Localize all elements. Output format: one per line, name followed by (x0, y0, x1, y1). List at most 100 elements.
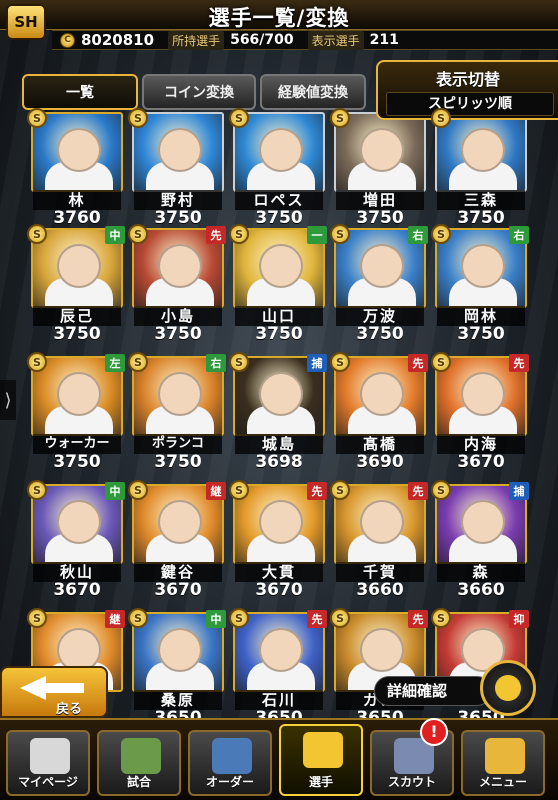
spirits-value: 3660 (457, 580, 505, 600)
detail-confirm-button[interactable]: 詳細確認 (374, 676, 492, 706)
bottom-nav: マイページ 試合 オーダー 選手 スカウト メニュー (0, 718, 558, 800)
spirits-icon: S (128, 480, 148, 500)
head-shape (158, 244, 202, 288)
nav-label: マイページ (18, 775, 78, 789)
head-shape (360, 372, 404, 416)
display-toggle-button[interactable]: 表示切替 スピリッツ順 (376, 60, 558, 120)
player-name: 石川 (235, 690, 323, 710)
player-card[interactable]: S 林 3760 (27, 108, 123, 228)
player-card[interactable]: S 捕城島 3698 (229, 352, 327, 472)
nav-order[interactable]: オーダー (188, 730, 272, 796)
player-card[interactable]: S 三森 3750 (431, 108, 527, 228)
player-card[interactable]: S 中辰己 3750 (27, 224, 125, 344)
player-name: ロペス (235, 190, 323, 210)
back-button[interactable]: 戻る (0, 666, 108, 718)
position-badge: 先 (408, 482, 428, 500)
player-card[interactable]: S 捕森 3660 (431, 480, 529, 600)
player-card[interactable]: S 増田 3750 (330, 108, 426, 228)
back-label: 戻る (56, 702, 83, 717)
player-card[interactable]: S 先内海 3670 (431, 352, 529, 472)
spirits-icon: S (128, 608, 148, 628)
tab-list[interactable]: 一覧 (22, 74, 138, 110)
spirits-value: 3750 (53, 452, 101, 472)
spirits-value: 3750 (53, 324, 101, 344)
player-card[interactable]: S 先千賀 3660 (330, 480, 428, 600)
head-shape (360, 500, 404, 544)
spirits-icon: S (330, 352, 350, 372)
head-shape (57, 244, 101, 288)
player-name: 野村 (134, 190, 222, 210)
player-card[interactable]: S 先大貫 3670 (229, 480, 327, 600)
player-card[interactable]: S 左ウォーカー 3750 (27, 352, 125, 472)
player-card[interactable]: S 先髙橋 3690 (330, 352, 428, 472)
player-card[interactable]: S ロペス 3750 (229, 108, 325, 228)
sort-order-select[interactable]: スピリッツ順 (386, 92, 554, 116)
stats-bar: C 8020810 所持選手 566/700 表示選手 211 (52, 30, 558, 50)
position-badge: 右 (509, 226, 529, 244)
nav-menu[interactable]: メニュー (461, 730, 545, 796)
spirits-value: 3750 (154, 208, 202, 228)
position-badge: 中 (105, 226, 125, 244)
nav-label: スカウト (387, 775, 436, 789)
player-name: 林 (33, 190, 121, 210)
player-card[interactable]: S先ガン3650 (330, 608, 428, 728)
player-name: 秋山 (33, 562, 121, 582)
spirits-value: 3750 (255, 208, 303, 228)
head-shape (259, 244, 303, 288)
spirits-icon: S (431, 108, 451, 128)
nav-players[interactable]: 選手 (279, 724, 363, 796)
spirits-value: 3670 (457, 452, 505, 472)
player-name: 小島 (134, 306, 222, 326)
tab-coin-convert[interactable]: コイン変換 (142, 74, 256, 110)
position-badge: 捕 (307, 354, 327, 372)
spirits-value: 3750 (154, 452, 202, 472)
spirits-icon: S (27, 108, 47, 128)
spirits-icon: S (330, 480, 350, 500)
header-bar: 選手一覧/変換 (0, 0, 558, 30)
spirits-icon: S (330, 108, 350, 128)
nav-label: 選手 (308, 775, 333, 789)
spirits-icon: S (330, 224, 350, 244)
head-shape (360, 244, 404, 288)
position-badge: 中 (105, 482, 125, 500)
position-badge: 先 (307, 482, 327, 500)
player-card[interactable]: S先石川3650 (229, 608, 327, 728)
player-name: 鍵谷 (134, 562, 222, 582)
tab-exp-convert[interactable]: 経験値変換 (260, 74, 366, 110)
player-card[interactable]: S中桑原3650 (128, 608, 226, 728)
spirits-icon: S (229, 608, 249, 628)
spirits-icon: S (229, 352, 249, 372)
chevron-left-icon[interactable]: ⟩ (0, 380, 16, 420)
spirits-value: 3690 (356, 452, 404, 472)
owned-value: 566/700 (230, 32, 294, 48)
player-name: 辰己 (33, 306, 121, 326)
player-card[interactable]: S 先小島 3750 (128, 224, 226, 344)
spirits-value: 3670 (53, 580, 101, 600)
player-card[interactable]: S 継鍵谷 3670 (128, 480, 226, 600)
nav-mypage[interactable]: マイページ (6, 730, 90, 796)
team-logo: SH (6, 4, 46, 40)
spirits-value: 3760 (53, 208, 101, 228)
nav-label: 試合 (126, 775, 151, 789)
player-name: 千賀 (336, 562, 424, 582)
back-arrow-shaft (44, 683, 84, 693)
shown-value: 211 (369, 32, 399, 48)
player-card[interactable]: S 野村 3750 (128, 108, 224, 228)
head-shape (57, 500, 101, 544)
player-card[interactable]: S 右ポランコ 3750 (128, 352, 226, 472)
spirits-icon: S (27, 224, 47, 244)
player-card[interactable]: S 右岡林 3750 (431, 224, 529, 344)
display-toggle-title: 表示切替 (435, 70, 500, 89)
player-card[interactable]: S 一山口 3750 (229, 224, 327, 344)
tab-bar: 一覧 コイン変換 経験値変換 (22, 74, 366, 110)
position-badge: 捕 (509, 482, 529, 500)
player-name: 城島 (235, 434, 323, 454)
player-detail-icon[interactable] (480, 660, 536, 716)
coin-icon: C (60, 32, 75, 48)
spirits-value: 3750 (457, 208, 505, 228)
spirits-value: 3750 (255, 324, 303, 344)
player-card[interactable]: S 右万波 3750 (330, 224, 428, 344)
nav-label: メニュー (478, 775, 527, 789)
player-card[interactable]: S 中秋山 3670 (27, 480, 125, 600)
nav-game[interactable]: 試合 (97, 730, 181, 796)
